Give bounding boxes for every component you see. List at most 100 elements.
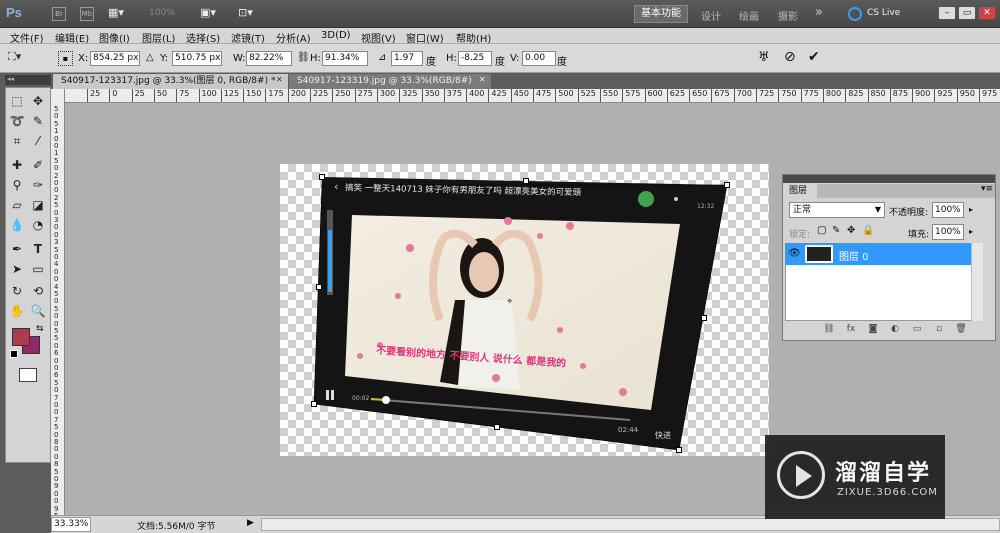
close-button[interactable]: ✕ [978, 6, 996, 20]
angle-field[interactable]: 1.97 [391, 51, 423, 66]
transform-handle-ml[interactable] [316, 284, 322, 290]
brush-tool-icon[interactable]: ✐ [29, 156, 47, 174]
horizontal-scrollbar[interactable] [261, 518, 1000, 531]
warp-mode-icon[interactable]: ♅ [758, 50, 770, 65]
layers-tab[interactable]: 图层 [785, 184, 815, 198]
transform-center-icon[interactable]: ⌖ [507, 296, 513, 307]
layer-style-icon[interactable]: fx [845, 323, 857, 335]
minibridge-icon[interactable]: Mb [80, 7, 94, 21]
menu-image[interactable]: 图像(I) [99, 30, 130, 45]
panel-menu-icon[interactable]: ▾≡ [981, 184, 993, 194]
opacity-field[interactable]: 100% [932, 202, 964, 218]
workspace-photography[interactable]: 摄影 [778, 8, 798, 23]
switch-colors-icon[interactable]: ⇆ [36, 324, 44, 334]
link-icon[interactable]: ⛓ [297, 52, 310, 63]
transform-handle-mr[interactable] [701, 315, 707, 321]
workspace-painting[interactable]: 绘画 [739, 8, 759, 23]
menu-window[interactable]: 窗口(W) [406, 30, 444, 45]
status-menu-icon[interactable]: ▶ [247, 518, 254, 528]
clone-stamp-tool-icon[interactable]: ⚲ [8, 176, 26, 194]
menu-layer[interactable]: 图层(L) [142, 30, 175, 45]
transform-handle-tm[interactable] [523, 178, 529, 184]
healing-brush-tool-icon[interactable]: ✚ [8, 156, 26, 174]
workspace-design[interactable]: 设计 [701, 8, 721, 23]
doc-tab-inactive[interactable]: S40917-123319.jpg @ 33.3%(RGB/8#) [289, 74, 491, 89]
hskew-field[interactable]: -8.25 [458, 51, 492, 66]
zoom-field[interactable]: 33.33% [51, 517, 91, 532]
quick-select-tool-icon[interactable]: ✎ [29, 112, 47, 130]
transform-handle-tl[interactable] [319, 174, 325, 180]
x-field[interactable]: 854.25 px [90, 51, 140, 66]
menu-filter[interactable]: 滤镜(T) [231, 30, 265, 45]
type-tool-icon[interactable]: T [29, 240, 47, 258]
marquee-tool-icon[interactable]: ⬚ [8, 92, 26, 110]
menu-edit[interactable]: 编辑(E) [55, 30, 89, 45]
lock-all-icon[interactable]: 🔒 [862, 225, 874, 236]
layers-scrollbar[interactable] [971, 243, 983, 321]
vskew-field[interactable]: 0.00 [522, 51, 556, 66]
minimize-button[interactable]: – [938, 6, 956, 20]
fill-slider-icon[interactable]: ▸ [969, 227, 973, 236]
menu-select[interactable]: 选择(S) [186, 30, 220, 45]
blur-tool-icon[interactable]: 💧 [8, 216, 26, 234]
hand-tool-icon[interactable]: ✋ [8, 302, 26, 320]
pen-tool-icon[interactable]: ✒ [8, 240, 26, 258]
menu-view[interactable]: 视图(V) [361, 30, 396, 45]
collapse-tools-icon[interactable]: ◂◂ [5, 75, 51, 85]
menu-help[interactable]: 帮助(H) [456, 30, 491, 45]
layer-name[interactable]: 图层 0 [839, 248, 869, 263]
blend-mode-select[interactable]: 正常 ▼ [789, 202, 885, 218]
bridge-icon[interactable]: Br [52, 7, 66, 21]
vertical-ruler[interactable]: 5051001502002503003504004505005506006507… [51, 89, 65, 515]
cs-live-icon[interactable] [848, 7, 862, 21]
layer-mask-icon[interactable]: ◙ [867, 323, 879, 335]
lock-transparent-icon[interactable]: ▢ [817, 225, 826, 236]
reference-point-icon[interactable]: ▪ [58, 51, 73, 66]
adjustment-layer-icon[interactable]: ◐ [889, 323, 901, 335]
new-group-icon[interactable]: ▭ [911, 323, 923, 335]
y-field[interactable]: 510.75 px [172, 51, 222, 66]
height-field[interactable]: 91.34% [322, 51, 368, 66]
cancel-transform-icon[interactable]: ⊘ [784, 49, 796, 65]
arrange-documents-icon[interactable]: ▣▾ [200, 6, 216, 19]
tool-preset-icon[interactable]: ⛶▾ [8, 50, 38, 68]
default-colors-icon[interactable] [10, 350, 18, 358]
lasso-tool-icon[interactable]: ➰ [8, 112, 26, 130]
foreground-color-swatch[interactable] [12, 328, 30, 346]
transform-handle-bm[interactable] [494, 424, 500, 430]
view-extras-icon[interactable]: ▦▾ [108, 6, 134, 22]
visibility-eye-icon[interactable]: 👁 [788, 248, 801, 259]
crop-tool-icon[interactable]: ⌗ [8, 132, 26, 150]
lock-position-icon[interactable]: ✥ [847, 225, 855, 236]
transform-handle-bl[interactable] [311, 401, 317, 407]
workspace-essentials[interactable]: 基本功能 [634, 5, 688, 23]
shape-tool-icon[interactable]: ▭ [29, 260, 47, 278]
document-canvas[interactable] [280, 164, 769, 456]
zoom-tool-icon[interactable]: 🔍 [29, 302, 47, 320]
quick-mask-icon[interactable] [19, 368, 37, 382]
doc-tab-active[interactable]: S40917-123317.jpg @ 33.3%(图层 0, RGB/8#) … [53, 74, 288, 89]
commit-transform-icon[interactable]: ✔ [808, 49, 820, 65]
link-layers-icon[interactable]: ⛓ [823, 323, 835, 335]
3d-rotate-tool-icon[interactable]: ↻ [8, 282, 26, 300]
delete-layer-icon[interactable]: 🗑 [955, 323, 967, 335]
tab-close-icon[interactable]: ✕ [479, 75, 486, 84]
layer-row[interactable]: 👁 图层 0 [785, 243, 971, 265]
tab-close-icon[interactable]: ✕ [276, 75, 283, 84]
menu-3d[interactable]: 3D(D) [321, 30, 351, 41]
transform-handle-tr[interactable] [724, 182, 730, 188]
delta-icon[interactable]: △ [146, 52, 154, 63]
move-tool-icon[interactable]: ✥ [29, 92, 47, 110]
menu-analysis[interactable]: 分析(A) [276, 30, 311, 45]
opacity-slider-icon[interactable]: ▸ [969, 205, 973, 214]
eyedropper-tool-icon[interactable]: ⁄ [29, 132, 47, 150]
3d-orbit-tool-icon[interactable]: ⟲ [29, 282, 47, 300]
menu-file[interactable]: 文件(F) [10, 30, 44, 45]
cs-live-label[interactable]: CS Live [867, 8, 900, 18]
restore-button[interactable]: ▭ [958, 6, 976, 20]
path-select-tool-icon[interactable]: ➤ [8, 260, 26, 278]
eraser-tool-icon[interactable]: ▱ [8, 196, 26, 214]
screen-mode-icon[interactable]: ⊡▾ [238, 6, 253, 19]
more-workspaces-icon[interactable]: » [815, 5, 823, 20]
history-brush-tool-icon[interactable]: ✑ [29, 176, 47, 194]
